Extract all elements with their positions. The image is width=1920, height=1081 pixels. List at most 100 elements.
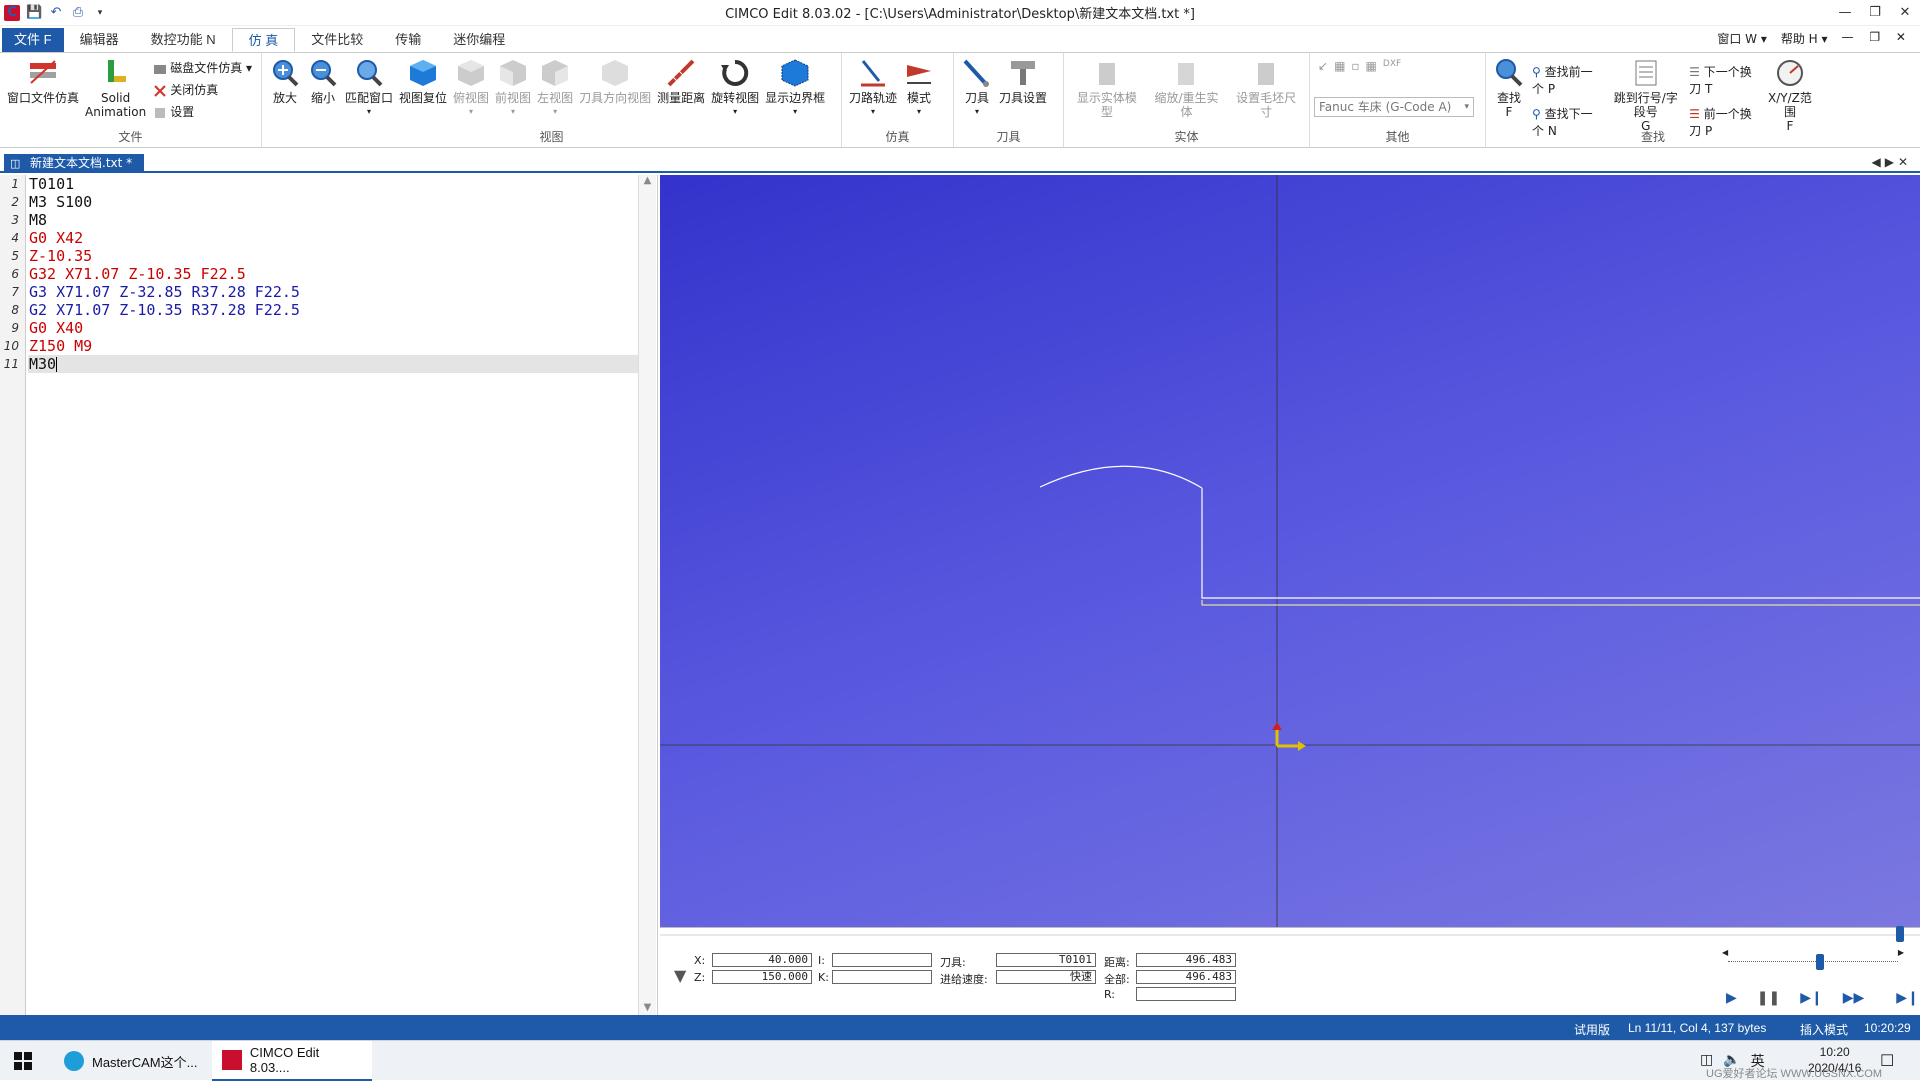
code-line[interactable]: M30	[28, 355, 638, 373]
solid-animation-button[interactable]: Solid Animation	[85, 57, 146, 119]
show-solid-model-button[interactable]: 显示实体模型	[1071, 57, 1143, 119]
goto-line-button[interactable]: 跳到行号/字段号 G	[1609, 57, 1682, 133]
toolpath-button[interactable]: 刀路轨迹 ▾	[849, 57, 897, 119]
zoom-regen-solid-label: 缩放/重生实体	[1154, 91, 1219, 119]
tab-file-compare[interactable]: 文件比较	[295, 28, 379, 52]
zoom-out-label: 缩小	[310, 91, 335, 105]
view-reset-label: 视图复位	[399, 91, 448, 105]
page-icon[interactable]: ▫	[1351, 59, 1359, 73]
taskbar-item-mastercam[interactable]: MasterCAM这个...	[54, 1041, 210, 1081]
tab-nc-functions[interactable]: 数控功能 N	[135, 28, 232, 52]
speed-slider[interactable]: ◀ ▶	[1722, 948, 1904, 970]
window-file-sim-button[interactable]: 窗口文件仿真	[7, 57, 79, 105]
mode-button[interactable]: 模式 ▾	[903, 57, 935, 119]
code-line[interactable]: G32 X71.07 Z-10.35 F22.5	[28, 265, 638, 283]
disk-file-sim-button[interactable]: 磁盘文件仿真 ▾	[153, 59, 252, 76]
tool-settings-button[interactable]: 刀具设置	[999, 57, 1047, 105]
minimize-icon[interactable]: —	[1830, 0, 1860, 26]
pause-icon[interactable]: ❚❚	[1757, 990, 1780, 1006]
view-reset-button[interactable]: 视图复位	[399, 57, 447, 105]
group-file-label: 文件	[118, 130, 143, 144]
app-logo-icon[interactable]: C	[4, 4, 20, 21]
tab-file[interactable]: 文件 F	[2, 28, 64, 52]
quick-access-toolbar: C 💾 ↶ ⎙ ▾	[0, 4, 108, 21]
rotate-icon	[719, 57, 751, 89]
code-editor[interactable]: 1 2 3 4 5 6 7 8 9 10 11 T0101 M3 S100 M8 G0 X42 Z-10.3…	[0, 175, 658, 1015]
help-menu[interactable]: 帮助 H ▾	[1781, 30, 1828, 47]
close-sim-label: 关闭仿真	[170, 83, 219, 97]
show-bounding-box-button[interactable]: 显示边界框 ▾	[765, 57, 825, 119]
xyz-range-button[interactable]: X/Y/Z范围 F	[1767, 57, 1813, 133]
fast-forward-icon[interactable]: ▶▶	[1843, 990, 1865, 1006]
line-number: 4	[11, 231, 19, 245]
scroll-up-icon[interactable]: ▲	[639, 175, 656, 186]
rotate-view-button[interactable]: 旋转视图 ▾	[711, 57, 759, 119]
find-previous-button[interactable]: ⚲ 查找前一个 P	[1532, 63, 1602, 97]
editor-vertical-scrollbar[interactable]: ▲ ▼	[638, 175, 656, 1015]
simulation-viewport[interactable]	[660, 175, 1920, 927]
restore-icon[interactable]: ❐	[1860, 0, 1890, 26]
scroll-down-icon[interactable]: ▼	[639, 1002, 656, 1013]
settings-button[interactable]: 设置	[153, 103, 252, 120]
mode-icon	[903, 57, 935, 89]
document-tab[interactable]: ◫ 新建文本文档.txt *	[4, 154, 145, 173]
print-icon[interactable]: ⎙	[70, 5, 86, 21]
tab-editor[interactable]: 编辑器	[64, 28, 135, 52]
tool-direction-view-button[interactable]: 刀具方向视图	[579, 57, 651, 105]
mdi-controls[interactable]: — ❐ ✕	[1842, 30, 1912, 47]
code-lines[interactable]: T0101 M3 S100 M8 G0 X42 Z-10.35 G32 X71.07 Z-…	[28, 175, 638, 373]
insert-mode-status[interactable]: 插入模式	[1800, 1021, 1848, 1038]
group-other-label: 其他	[1385, 130, 1410, 144]
arrow-icon[interactable]: ↙	[1318, 59, 1328, 73]
taskbar-item-cimco[interactable]: CIMCO Edit 8.03....	[212, 1041, 372, 1081]
run-to-end-icon[interactable]: ▶❙	[1896, 990, 1919, 1006]
step-icon[interactable]: ▶❙	[1800, 990, 1823, 1006]
front-view-button[interactable]: 前视图 ▾	[495, 57, 531, 119]
save-icon[interactable]: 💾	[26, 5, 42, 21]
z-label: Z:	[694, 971, 706, 984]
fit-window-button[interactable]: 匹配窗口 ▾	[345, 57, 393, 119]
zoom-in-button[interactable]: 放大	[269, 57, 301, 105]
code-line[interactable]: M3 S100	[28, 193, 638, 211]
dropdown-arrow-icon[interactable]: ▾	[92, 5, 108, 21]
close-icon[interactable]: ✕	[1890, 0, 1920, 26]
start-button[interactable]	[0, 1041, 46, 1081]
code-line[interactable]: G2 X71.07 Z-10.35 R37.28 F22.5	[28, 301, 638, 319]
set-stock-size-button[interactable]: 设置毛坯尺寸	[1230, 57, 1302, 119]
code-line[interactable]: Z-10.35	[28, 247, 638, 265]
progress-slider-thumb[interactable]	[1896, 926, 1904, 942]
grid-icon[interactable]: ▦	[1366, 59, 1377, 73]
left-view-button[interactable]: 左视图 ▾	[537, 57, 573, 119]
document-icon: ◫	[10, 157, 21, 170]
code-line[interactable]: G0 X40	[28, 319, 638, 337]
window-menu[interactable]: 窗口 W ▾	[1717, 30, 1767, 47]
code-line[interactable]: Z150 M9	[28, 337, 638, 355]
close-sim-button[interactable]: 关闭仿真	[153, 81, 252, 98]
machine-type-select[interactable]: Fanuc 车床 (G-Code A) ▾	[1314, 97, 1474, 117]
notification-icon[interactable]: ☐	[1880, 1051, 1894, 1071]
speed-slider-thumb[interactable]	[1816, 954, 1824, 970]
play-icon[interactable]: ▶	[1726, 990, 1737, 1006]
tab-nav-controls[interactable]: ◀▶✕	[1871, 155, 1912, 169]
top-view-button[interactable]: 俯视图 ▾	[453, 57, 489, 119]
ribbon: 窗口文件仿真 Solid Animation 磁盘文件仿真 ▾ 关闭仿真 设置 …	[0, 52, 1920, 148]
tool-settings-label: 刀具设置	[999, 91, 1048, 105]
code-line[interactable]: T0101	[28, 175, 638, 193]
tab-simulation[interactable]: 仿 真	[231, 28, 296, 52]
window-icon[interactable]: ▦	[1334, 59, 1345, 73]
tab-mini-programming[interactable]: 迷你编程	[437, 28, 521, 52]
undo-icon[interactable]: ↶	[48, 5, 64, 21]
tab-transfer[interactable]: 传输	[379, 28, 437, 52]
code-line[interactable]: G0 X42	[28, 229, 638, 247]
find-previous-label: 查找前一个 P	[1532, 65, 1593, 96]
x-value-field: 40.000	[712, 953, 812, 967]
find-button[interactable]: 查找 F	[1493, 57, 1525, 119]
code-line[interactable]: M8	[28, 211, 638, 229]
measure-distance-button[interactable]: 测量距离	[657, 57, 705, 105]
zoom-regen-solid-button[interactable]: 缩放/重生实体	[1149, 57, 1225, 119]
next-tool-change-button[interactable]: ☰ 下一个换刀 T	[1689, 63, 1760, 97]
dxf-icon[interactable]: DXF	[1383, 59, 1401, 73]
zoom-out-button[interactable]: 缩小	[307, 57, 339, 105]
tool-button[interactable]: 刀具 ▾	[961, 57, 993, 119]
code-line[interactable]: G3 X71.07 Z-32.85 R37.28 F22.5	[28, 283, 638, 301]
